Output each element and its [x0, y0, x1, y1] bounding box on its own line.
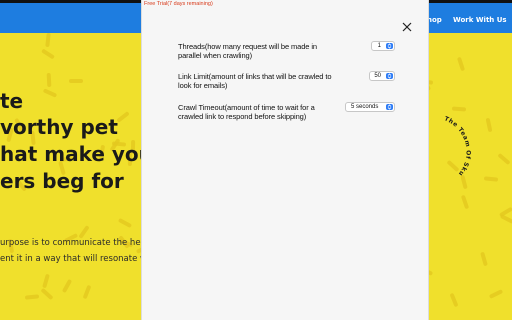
select-arrows-icon[interactable]: [386, 104, 393, 110]
setting-threads: Threads(how many request will be made in…: [178, 41, 428, 62]
link-limit-label: Link Limit(amount of links that will be …: [178, 72, 332, 90]
threads-label: Threads(how many request will be made in…: [178, 42, 317, 60]
pattern-squiggle: [61, 278, 73, 294]
circular-badge: The Team Of Sku: [443, 115, 471, 177]
setting-link-limit: Link Limit(amount of links that will be …: [178, 71, 428, 92]
hero-heading-line-2: vorthy pet: [0, 115, 118, 139]
pattern-squiggle: [46, 72, 52, 88]
close-button[interactable]: [400, 20, 414, 34]
nav-link-shop[interactable]: hop: [427, 16, 442, 24]
pattern-squiggle: [497, 152, 511, 166]
threads-stepper[interactable]: 1: [371, 41, 395, 51]
settings-popup: Free Trial(7 days remaining) Threads(how…: [141, 0, 429, 320]
link-limit-stepper[interactable]: 50: [369, 71, 395, 81]
trial-status: Free Trial(7 days remaining): [144, 1, 213, 7]
pattern-squiggle: [41, 48, 55, 60]
pattern-squiggle: [40, 287, 54, 301]
pattern-squiggle: [456, 56, 466, 72]
pattern-squiggle: [82, 284, 92, 300]
hero-paragraph-line-1: urpose is to communicate the hea: [0, 238, 146, 248]
hero-paragraph-line-2: ent it in a way that will resonate w: [0, 254, 147, 264]
svg-text:The Team Of Sku: The Team Of Sku: [443, 115, 471, 177]
hero-heading-line-3: hat make you: [0, 142, 153, 166]
pattern-squiggle: [488, 289, 504, 299]
pattern-squiggle: [78, 225, 90, 239]
pattern-squiggle: [480, 251, 488, 267]
nav-link-work-with-us[interactable]: Work With Us: [453, 16, 507, 24]
pattern-squiggle: [117, 217, 133, 229]
pattern-squiggle: [45, 33, 51, 48]
close-icon: [402, 22, 412, 32]
setting-crawl-timeout: Crawl Timeout(amount of time to wait for…: [178, 102, 428, 123]
pattern-squiggle: [69, 79, 83, 83]
crawl-timeout-value: 5 seconds: [351, 104, 379, 110]
pattern-squiggle: [499, 214, 512, 224]
stepper-arrows-icon[interactable]: [386, 73, 393, 79]
crawl-timeout-label: Crawl Timeout(amount of time to wait for…: [178, 103, 315, 121]
pattern-squiggle: [42, 273, 50, 289]
pattern-squiggle: [449, 292, 459, 308]
threads-value: 1: [377, 43, 381, 49]
crawl-timeout-select[interactable]: 5 seconds: [345, 102, 395, 112]
stepper-arrows-icon[interactable]: [386, 43, 393, 49]
hero-heading-line-1: te: [0, 89, 24, 113]
pattern-squiggle: [42, 88, 58, 98]
pattern-squiggle: [116, 111, 130, 123]
link-limit-value: 50: [374, 73, 381, 79]
badge-text: The Team Of Sku: [443, 115, 471, 177]
pattern-squiggle: [460, 194, 470, 210]
hero-heading-line-4: ers beg for: [0, 169, 124, 193]
pattern-squiggle: [24, 294, 40, 300]
pattern-squiggle: [451, 106, 467, 112]
